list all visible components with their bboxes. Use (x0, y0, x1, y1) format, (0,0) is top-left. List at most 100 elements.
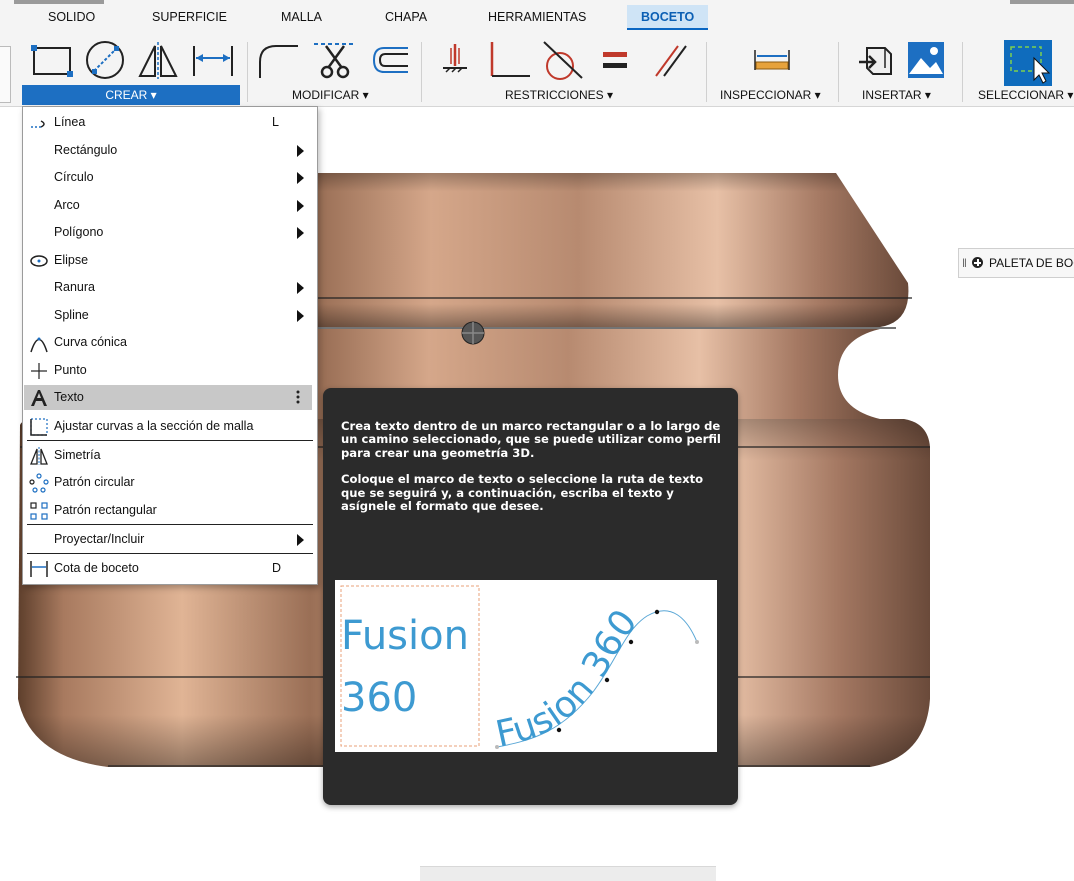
sample-text-frame-line2: 360 (341, 675, 417, 721)
menu-item-rectangulo[interactable]: Rectángulo (24, 138, 312, 163)
menu-item-ranura[interactable]: Ranura (24, 275, 312, 300)
text-frame (340, 585, 480, 747)
menu-item-label: Ranura (54, 280, 95, 294)
plus-circle-icon (972, 257, 983, 268)
title-strip (1010, 0, 1074, 4)
menu-item-label: Spline (54, 308, 89, 322)
fillet-icon[interactable] (256, 40, 300, 80)
equal-constraint-icon[interactable] (600, 40, 630, 80)
fit-curves-icon (30, 418, 48, 436)
parallel-constraint-icon[interactable] (650, 40, 690, 80)
restricciones-menu-button[interactable]: RESTRICCIONES ▾ (505, 88, 613, 102)
menu-item-patron-rectangular[interactable]: Patrón rectangular (24, 498, 312, 523)
ellipse-icon (30, 255, 48, 267)
submenu-arrow-icon (297, 227, 304, 239)
tab-boceto[interactable]: BOCETO (627, 5, 709, 30)
menu-item-spline[interactable]: Spline (24, 303, 312, 328)
menu-item-elipse[interactable]: Elipse (24, 248, 312, 273)
navigation-toolbar[interactable] (420, 866, 716, 881)
fix-constraint-icon[interactable] (440, 40, 470, 80)
tangent-constraint-icon[interactable] (540, 40, 586, 80)
submenu-arrow-icon (297, 310, 304, 322)
mirror-icon (30, 447, 48, 465)
menu-item-proyectar-incluir[interactable]: Proyectar/Incluir (24, 527, 312, 552)
menu-item-label: Elipse (54, 253, 89, 267)
texto-tooltip: Crea texto dentro de un marco rectangula… (323, 388, 738, 805)
menu-item-label: Círculo (54, 170, 94, 184)
sketch-dimension-icon (30, 561, 48, 577)
trim-icon[interactable] (312, 40, 358, 80)
tooltip-description: Crea texto dentro de un marco rectangula… (341, 419, 726, 526)
palette-grip-icon: ‖ (962, 256, 967, 270)
menu-item-label: Rectángulo (54, 143, 118, 157)
shortcut-label: L (272, 115, 279, 129)
sketch-dimension-icon[interactable] (190, 40, 236, 80)
menu-item-label: Texto (54, 390, 84, 404)
group-divider (838, 42, 839, 102)
rectangular-pattern-icon (30, 502, 48, 520)
sketch-palette-toggle[interactable]: ‖ PALETA DE BOCETO (958, 248, 1074, 278)
menu-item-arco[interactable]: Arco (24, 193, 312, 218)
modificar-menu-button[interactable]: MODIFICAR ▾ (292, 88, 369, 102)
insertar-menu-button[interactable]: INSERTAR ▾ (862, 88, 931, 102)
text-icon (31, 390, 47, 406)
menu-item-circulo[interactable]: Círculo (24, 165, 312, 190)
menu-item-label: Punto (54, 363, 87, 377)
crear-menu-button[interactable]: CREAR ▾ (22, 85, 240, 105)
insert-image-icon[interactable] (906, 40, 946, 80)
perpendicular-constraint-icon[interactable] (484, 40, 532, 80)
tab-chapa[interactable]: CHAPA (385, 10, 427, 24)
offset-icon[interactable] (366, 40, 412, 80)
menu-item-label: Cota de boceto (54, 561, 139, 575)
select-icon[interactable] (1004, 40, 1052, 86)
group-divider (421, 42, 422, 102)
panel-edge (0, 46, 11, 103)
group-divider (962, 42, 963, 102)
tooltip-paragraph: Crea texto dentro de un marco rectangula… (341, 419, 721, 460)
circle-icon[interactable] (82, 40, 128, 80)
tab-malla[interactable]: MALLA (281, 10, 322, 24)
menu-item-label: Arco (54, 198, 80, 212)
shortcut-label: D (272, 561, 282, 575)
palette-label: PALETA DE BOCETO (989, 256, 1074, 270)
menu-item-label: Polígono (54, 225, 104, 239)
insert-derive-icon[interactable] (855, 40, 895, 80)
menu-separator (27, 553, 313, 554)
menu-item-patron-circular[interactable]: Patrón circular (24, 470, 312, 495)
menu-item-ajustar-curvas[interactable]: Ajustar curvas a la sección de malla (24, 414, 312, 439)
point-icon (31, 363, 47, 379)
ribbon-toolbar: CREAR ▾ MODIFICAR ▾ RESTRICCIONES ▾ INSP… (0, 36, 1074, 107)
tab-superficie[interactable]: SUPERFICIE (152, 10, 227, 24)
menu-item-label: Línea (54, 115, 86, 129)
more-options-icon[interactable] (296, 389, 300, 405)
conic-curve-icon (30, 337, 48, 353)
menu-item-curva-conica[interactable]: Curva cónica (24, 330, 312, 355)
menu-item-simetria[interactable]: Simetría (24, 443, 312, 468)
path-text-number: 360 (574, 602, 645, 684)
sample-path-text: Fusion 360 (492, 602, 645, 752)
rectangle-icon[interactable] (30, 40, 74, 80)
submenu-arrow-icon (297, 282, 304, 294)
menu-item-cota-de-boceto[interactable]: Cota de boceto D (24, 556, 312, 581)
measure-icon[interactable] (752, 40, 792, 80)
submenu-arrow-icon (297, 145, 304, 157)
menu-separator (27, 440, 313, 441)
submenu-arrow-icon (297, 534, 304, 546)
crear-dropdown-menu: Línea L Rectángulo Círculo Arco Polígono… (22, 106, 318, 585)
menu-item-texto[interactable]: Texto (24, 385, 312, 410)
menu-item-label: Proyectar/Incluir (54, 532, 145, 546)
tooltip-paragraph: Coloque el marco de texto o seleccione l… (341, 472, 704, 514)
seleccionar-menu-button[interactable]: SELECCIONAR ▾ (978, 88, 1073, 102)
submenu-arrow-icon (297, 172, 304, 184)
menu-item-label: Ajustar curvas a la sección de malla (54, 419, 254, 433)
menu-item-punto[interactable]: Punto (24, 358, 312, 383)
inspeccionar-menu-button[interactable]: INSPECCIONAR ▾ (720, 88, 821, 102)
submenu-arrow-icon (297, 200, 304, 212)
group-divider (706, 42, 707, 102)
menu-item-poligono[interactable]: Polígono (24, 220, 312, 245)
text-tool-illustration: Fusion 360 Fusion 360 (335, 580, 717, 752)
tab-herramientas[interactable]: HERRAMIENTAS (488, 10, 586, 24)
menu-item-linea[interactable]: Línea L (24, 110, 312, 135)
mirror-icon[interactable] (136, 40, 180, 80)
tab-solido[interactable]: SOLIDO (48, 10, 95, 24)
